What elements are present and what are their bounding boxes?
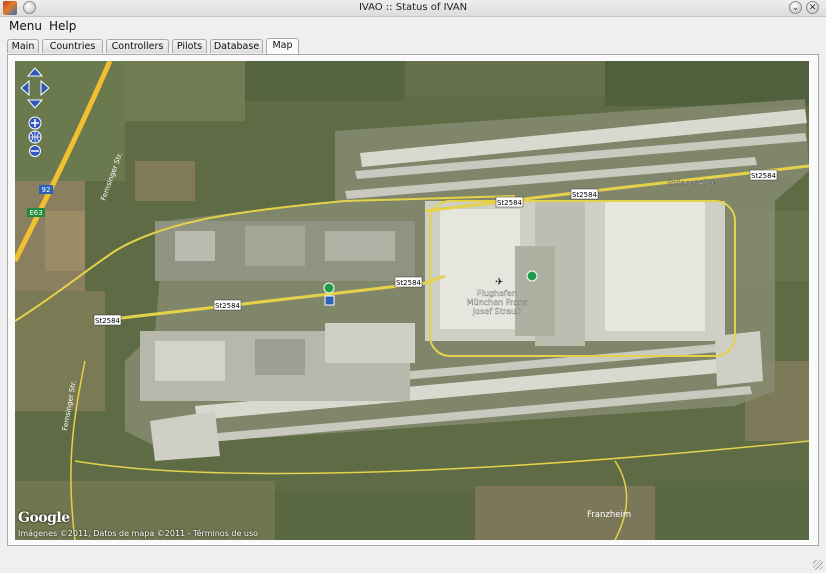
menu-item-help[interactable]: Help <box>46 18 79 34</box>
road-label-st2584: St2584 <box>215 302 241 310</box>
tab-main[interactable]: Main <box>7 39 39 53</box>
road-label-st2584: St2584 <box>396 279 422 287</box>
tab-countries[interactable]: Countries <box>42 39 103 53</box>
status-bar <box>0 553 826 573</box>
road-label-erdinger-allee: Erdinger Allee <box>667 179 716 187</box>
bus-stop-icon[interactable] <box>324 295 335 306</box>
minimize-icon[interactable]: ⌄ <box>789 1 802 14</box>
map-attribution[interactable]: Imágenes ©2011, Datos de mapa ©2011 - Té… <box>18 529 258 538</box>
window-titlebar: IVAO :: Status of IVAN ⌄ ✕ <box>0 0 826 17</box>
tab-controllers[interactable]: Controllers <box>106 39 169 53</box>
google-logo: Google <box>18 510 70 526</box>
pan-left-icon[interactable] <box>20 79 30 97</box>
tab-map[interactable]: Map <box>266 38 299 54</box>
airport-label-line-1: Flughafen <box>477 289 517 298</box>
satellite-map[interactable]: St2584 St2584 St2584 St2584 St2584 St258… <box>15 61 809 540</box>
tab-database[interactable]: Database <box>210 39 263 53</box>
place-label-franzheim: Franzheim <box>587 510 631 520</box>
airport-label-line-3: Josef Strauß <box>472 307 521 316</box>
route-92-shield: 92 <box>42 186 51 194</box>
menubar: Menu Help <box>0 17 826 36</box>
window-title: IVAO :: Status of IVAN <box>358 2 468 13</box>
road-label-st2584: St2584 <box>572 191 598 199</box>
road-label-st2584: St2584 <box>95 317 121 325</box>
resize-grip-icon[interactable] <box>813 560 823 570</box>
road-label-st2584: St2584 <box>751 172 777 180</box>
map-nav-controls <box>20 67 50 157</box>
s-bahn-station-icon[interactable] <box>526 270 538 282</box>
pan-up-icon[interactable] <box>26 67 44 77</box>
menu-item-menu[interactable]: Menu <box>6 18 45 34</box>
s-bahn-station-icon[interactable] <box>323 282 335 294</box>
route-e63-shield: E63 <box>29 209 42 217</box>
airport-label-line-2: München Franz <box>467 298 528 307</box>
pan-right-icon[interactable] <box>40 79 50 97</box>
close-icon[interactable]: ✕ <box>806 1 819 14</box>
map-imagery: St2584 St2584 St2584 St2584 St2584 St258… <box>15 61 809 540</box>
airport-icon: ✈ <box>495 277 503 288</box>
pan-down-icon[interactable] <box>26 99 44 109</box>
road-label-st2584: St2584 <box>497 199 523 207</box>
tab-pilots[interactable]: Pilots <box>172 39 207 53</box>
